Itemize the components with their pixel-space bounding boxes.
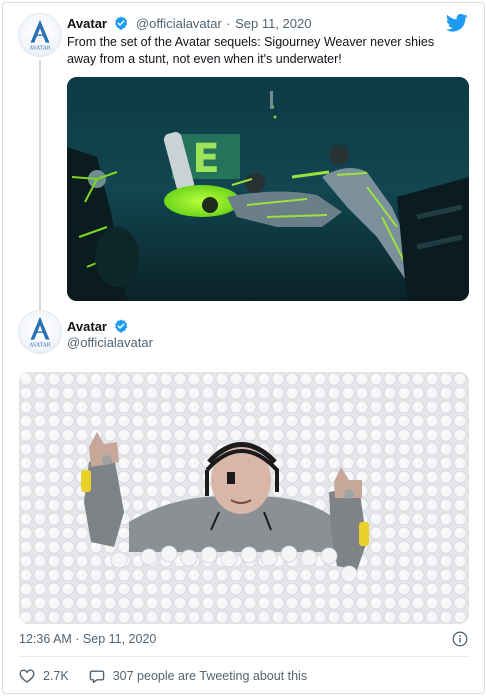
tweet1-text: From the set of the Avatar sequels: Sigo… (67, 35, 435, 66)
avatar-logo-2[interactable]: AVATAR (18, 310, 62, 354)
verified-badge-icon (115, 319, 128, 333)
avatar-logo-icon: AVATAR (28, 316, 52, 348)
author-name[interactable]: Avatar (67, 16, 107, 31)
twitter-bird-icon[interactable] (446, 13, 468, 33)
tweet2-header: Avatar (67, 318, 131, 336)
underwater-photo: E (67, 77, 469, 301)
tweet2-photo[interactable] (19, 372, 469, 624)
author-handle[interactable]: @officialavatar (136, 16, 222, 31)
ball-pit-photo (19, 372, 469, 624)
speech-bubble-icon[interactable] (89, 668, 105, 684)
tweet1-header: Avatar @officialavatar · Sep 11, 2020 (67, 15, 311, 33)
divider (19, 656, 469, 657)
like-count[interactable]: 2.7K (43, 669, 69, 683)
svg-text:E: E (192, 136, 219, 182)
heart-icon[interactable] (19, 668, 35, 684)
tweet1-photo[interactable]: E (67, 77, 469, 301)
svg-text:AVATAR: AVATAR (28, 342, 51, 348)
author-name[interactable]: Avatar (67, 319, 107, 334)
tweeting-count[interactable]: 307 people are Tweeting about this (113, 669, 307, 683)
info-icon[interactable] (452, 631, 468, 647)
svg-text:AVATAR: AVATAR (28, 45, 51, 51)
avatar-logo-icon: AVATAR (28, 19, 52, 51)
tweet-date[interactable]: Sep 11, 2020 (235, 16, 311, 31)
tweet-timestamp[interactable]: 12:36 AM · Sep 11, 2020 (19, 632, 156, 646)
dot-separator: · (226, 16, 231, 31)
verified-badge-icon (115, 16, 128, 30)
author-handle[interactable]: @officialavatar (67, 335, 153, 350)
tweet-footer: 2.7K 307 people are Tweeting about this (19, 667, 307, 685)
thread-line (39, 60, 41, 310)
avatar-logo-1[interactable]: AVATAR (18, 13, 62, 57)
